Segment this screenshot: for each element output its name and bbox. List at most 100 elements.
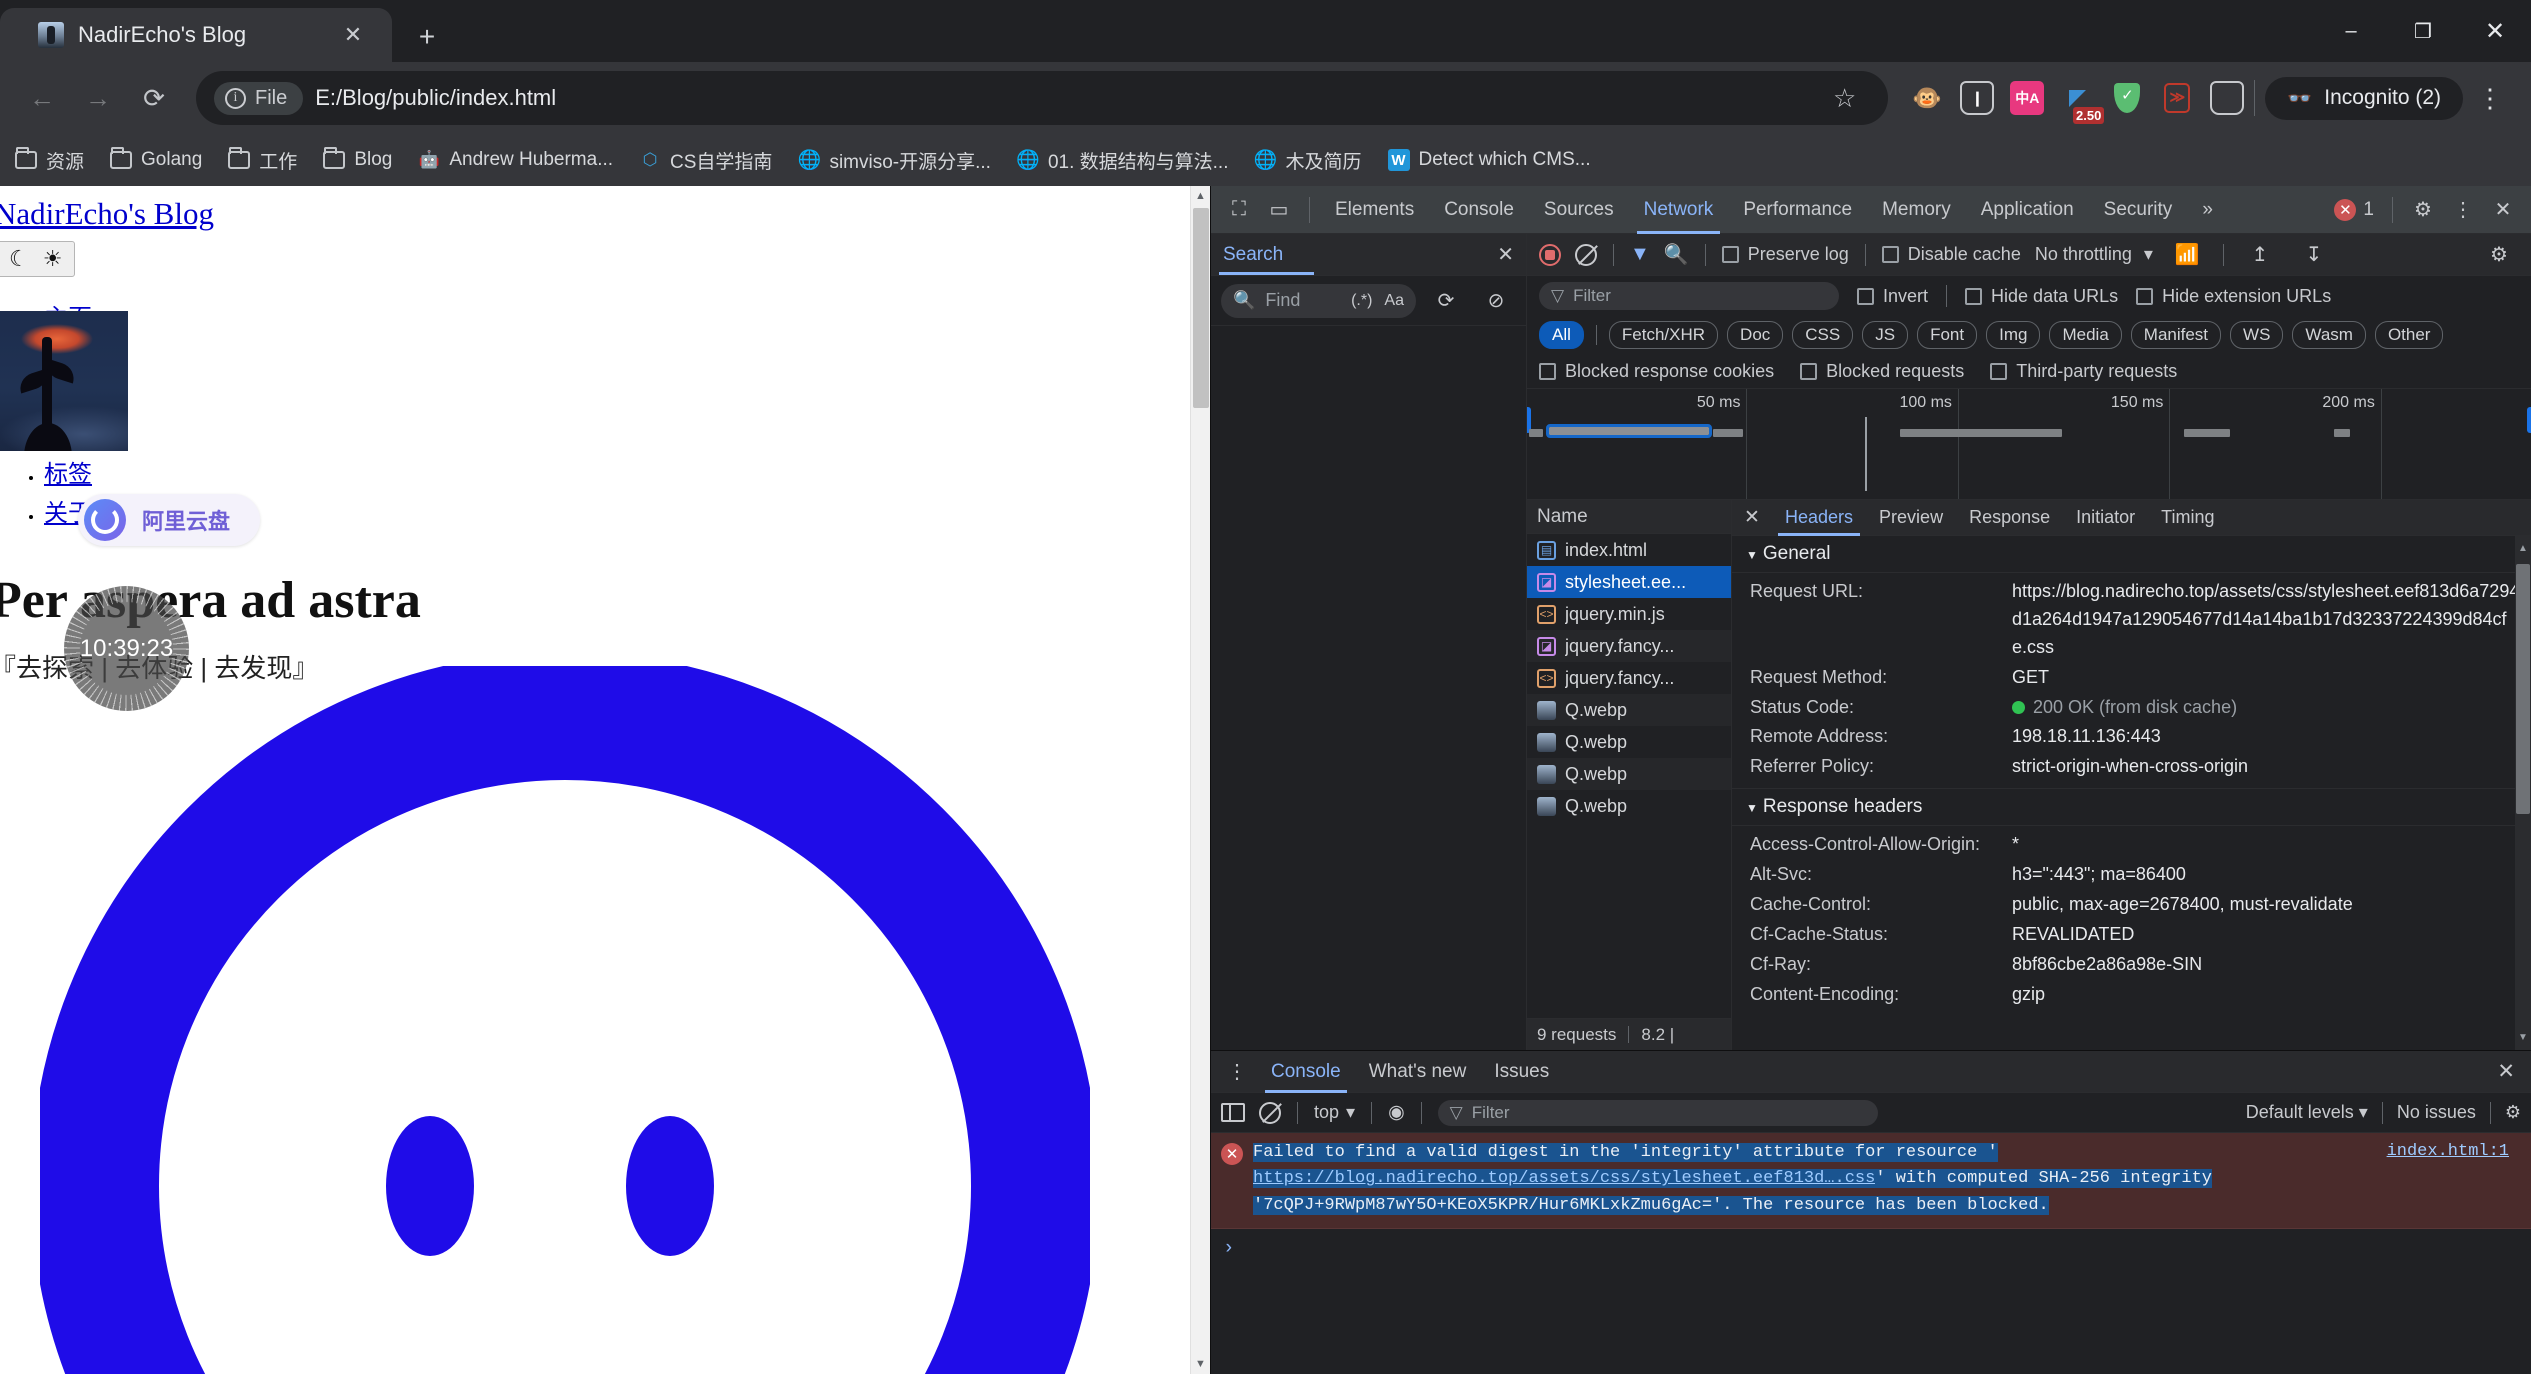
detail-tab-timing[interactable]: Timing [2148, 500, 2227, 536]
download-extension-icon[interactable]: 2.50 [2060, 81, 2105, 124]
drawer-more-icon[interactable]: ⋮ [1217, 1052, 1257, 1092]
search-clear-icon[interactable]: ⊘ [1476, 281, 1516, 321]
browser-tab[interactable]: NadirEcho's Blog ✕ [0, 8, 392, 62]
console-filter-input[interactable]: ▽ Filter [1437, 1099, 1878, 1126]
type-filter-all[interactable]: All [1539, 321, 1584, 349]
type-filter-media[interactable]: Media [2049, 321, 2122, 349]
console-context-select[interactable]: top ▾ [1314, 1102, 1355, 1123]
detail-scrollbar-thumb[interactable] [2516, 564, 2530, 814]
detail-scroll-up-icon[interactable]: ▲ [2518, 543, 2528, 554]
devtools-tab-memory[interactable]: Memory [1867, 186, 1966, 234]
disable-cache-checkbox[interactable]: Disable cache [1881, 244, 2021, 265]
invert-checkbox[interactable]: Invert [1857, 286, 1928, 307]
preserve-log-box[interactable] [1721, 246, 1739, 263]
filter-icon[interactable]: ▼ [1630, 243, 1650, 266]
network-request-row[interactable]: ◪ stylesheet.ee... [1527, 566, 1731, 598]
page-scrollbar-thumb[interactable] [1193, 208, 1209, 408]
sun-icon[interactable]: ☀ [43, 246, 63, 272]
inspect-element-icon[interactable]: ⛶ [1219, 190, 1259, 230]
devtools-tab-console[interactable]: Console [1429, 186, 1529, 234]
network-request-row[interactable]: Q.webp [1527, 790, 1731, 822]
detail-close-icon[interactable]: ✕ [1732, 506, 1772, 529]
invert-box[interactable] [1857, 287, 1874, 305]
check-blocked-requests[interactable]: Blocked requests [1800, 361, 1964, 382]
check-blocked-response-cookies[interactable]: Blocked response cookies [1539, 361, 1774, 382]
network-conditions-icon[interactable]: 📶 [2167, 235, 2207, 275]
check-third-party-requests[interactable]: Third-party requests [1990, 361, 2177, 382]
type-filter-doc[interactable]: Doc [1727, 321, 1784, 349]
file-scheme-chip[interactable]: i File [214, 81, 304, 115]
bookmark-item[interactable]: W Detect which CMS... [1375, 144, 1604, 176]
network-request-row[interactable]: <> jquery.fancy... [1527, 662, 1731, 694]
hide-extension-urls-box[interactable] [2136, 287, 2154, 305]
devtools-tab-network[interactable]: Network [1629, 186, 1729, 234]
back-button[interactable]: ← [14, 70, 70, 126]
incognito-indicator[interactable]: 👓 Incognito (2) [2265, 76, 2463, 120]
bookmark-item[interactable]: ⬡ CS自学指南 [626, 142, 785, 179]
address-bar[interactable]: i File E:/Blog/public/index.html ☆ [196, 71, 1889, 125]
error-count-badge[interactable]: ✕ 1 [2326, 198, 2382, 221]
console-clear-icon[interactable] [1259, 1101, 1281, 1124]
network-timeline-overview[interactable]: 50 ms 100 ms 150 ms 200 ms [1527, 388, 2531, 500]
clear-network-log-icon[interactable] [1575, 243, 1597, 266]
search-pane-title[interactable]: Search [1223, 244, 1283, 266]
network-request-row[interactable]: Q.webp [1527, 694, 1731, 726]
network-request-row[interactable]: <> jquery.min.js [1527, 598, 1731, 630]
scroll-down-icon[interactable]: ▼ [1195, 1358, 1206, 1370]
password-extension-icon[interactable]: ❙ [1960, 81, 1995, 115]
bookmark-item[interactable]: Golang [97, 144, 215, 176]
devtools-tabs-overflow[interactable]: » [2187, 186, 2228, 234]
type-filter-js[interactable]: JS [1862, 321, 1909, 349]
translate-extension-icon[interactable]: 中A [2010, 81, 2045, 115]
search-pane-close-icon[interactable]: ✕ [1497, 242, 1514, 267]
search-refresh-icon[interactable]: ⟳ [1426, 281, 1466, 321]
hide-data-urls-checkbox[interactable]: Hide data URLs [1965, 286, 2118, 307]
bookmark-item[interactable]: 🌐 01. 数据结构与算法... [1004, 142, 1242, 179]
extensions-puzzle-icon[interactable] [2210, 81, 2245, 115]
devtools-tab-application[interactable]: Application [1966, 186, 2089, 234]
type-filter-img[interactable]: Img [1986, 321, 2041, 349]
immersive-translate-extension-icon[interactable]: ≫ [2160, 81, 2194, 115]
console-issues-status[interactable]: No issues [2397, 1102, 2476, 1123]
drawer-tab-what-s-new[interactable]: What's new [1355, 1051, 1481, 1093]
devtools-tab-security[interactable]: Security [2089, 186, 2188, 234]
network-filter-input[interactable]: ▽ Filter [1539, 282, 1839, 310]
checkbox-box[interactable] [1539, 362, 1556, 380]
general-section-header[interactable]: ▼ General [1732, 536, 2531, 573]
detail-tab-preview[interactable]: Preview [1866, 500, 1956, 536]
type-filter-other[interactable]: Other [2374, 321, 2444, 349]
window-minimize-button[interactable]: – [2315, 0, 2387, 62]
drawer-tab-issues[interactable]: Issues [1480, 1051, 1563, 1093]
import-har-icon[interactable]: ↥ [2240, 235, 2280, 275]
theme-toggle[interactable]: ☾ ☀ [0, 241, 76, 277]
tab-close-icon[interactable]: ✕ [336, 18, 370, 52]
device-toolbar-icon[interactable]: ▭ [1259, 190, 1299, 230]
bookmark-star-icon[interactable]: ☆ [1819, 83, 1870, 114]
bookmark-item[interactable]: 资源 [2, 142, 97, 179]
detail-tab-headers[interactable]: Headers [1772, 500, 1866, 536]
adblock-extension-icon[interactable]: ✓ [2110, 81, 2144, 115]
network-request-row[interactable]: Q.webp [1527, 758, 1731, 790]
drawer-close-icon[interactable]: ✕ [2481, 1059, 2531, 1084]
network-request-row[interactable]: Q.webp [1527, 726, 1731, 758]
detail-scroll-down-icon[interactable]: ▼ [2518, 1032, 2528, 1043]
hide-data-urls-box[interactable] [1965, 287, 1983, 305]
address-bar-url[interactable]: E:/Blog/public/index.html [315, 85, 556, 111]
aliyun-drive-badge[interactable]: 阿里云盘 [78, 494, 261, 546]
response-headers-section-header[interactable]: ▼ Response headers [1732, 788, 2531, 827]
console-prompt[interactable]: › [1211, 1229, 2531, 1267]
type-filter-fetch-xhr[interactable]: Fetch/XHR [1608, 321, 1719, 349]
bookmark-item[interactable]: Blog [310, 144, 405, 176]
preserve-log-checkbox[interactable]: Preserve log [1721, 244, 1849, 265]
record-network-log-icon[interactable] [1539, 243, 1561, 266]
export-har-icon[interactable]: ↧ [2294, 235, 2334, 275]
page-scrollbar[interactable]: ▲ ▼ [1190, 186, 1210, 1374]
bookmark-item[interactable]: 工作 [215, 142, 310, 179]
console-error-message[interactable]: ✕ Failed to find a valid digest in the '… [1211, 1133, 2531, 1230]
bookmark-item[interactable]: 🌐 木及简历 [1241, 142, 1374, 179]
devtools-tab-sources[interactable]: Sources [1529, 186, 1629, 234]
site-title-link[interactable]: NadirEcho's Blog [0, 196, 214, 232]
network-request-row[interactable]: ◪ jquery.fancy... [1527, 630, 1731, 662]
drawer-tab-console[interactable]: Console [1257, 1051, 1355, 1093]
network-request-row[interactable]: ▤ index.html [1527, 534, 1731, 566]
